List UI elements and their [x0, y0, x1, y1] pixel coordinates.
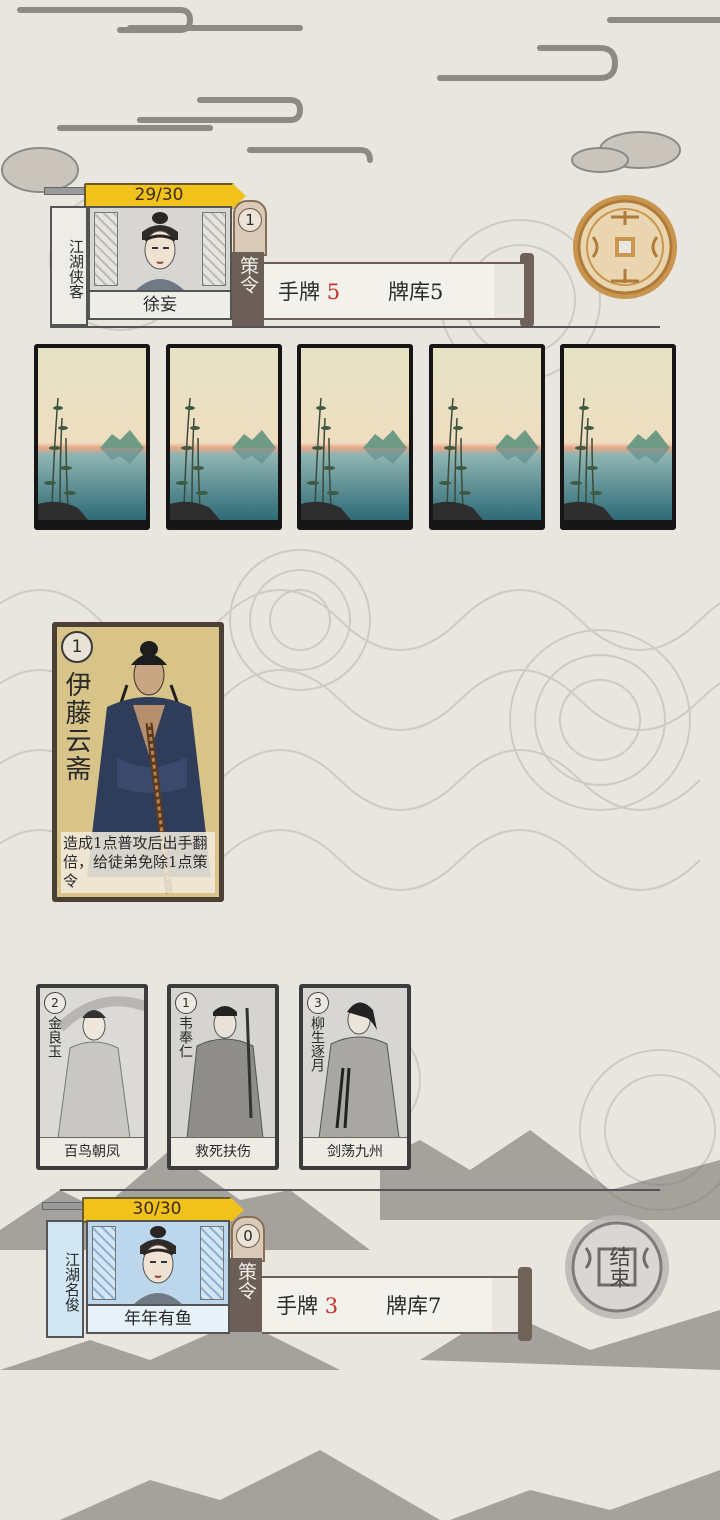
player-command-tag: 0	[231, 1216, 265, 1262]
lattice-decoration	[202, 212, 226, 286]
facedown-card	[428, 344, 545, 530]
divider-line	[50, 326, 660, 328]
lattice-decoration	[200, 1226, 224, 1300]
hand-card[interactable]: 3 柳生逐月 剑荡九州	[299, 984, 411, 1170]
hand-card-name: 柳生逐月	[309, 1016, 325, 1072]
opponent-portrait[interactable]: 徐妄	[88, 206, 232, 320]
facedown-card	[560, 344, 676, 530]
hand-card-name: 金良玉	[46, 1016, 62, 1058]
played-card-name: 伊藤云斋	[61, 671, 91, 783]
hand-card-skill: 百鸟朝凤	[40, 1137, 144, 1166]
opponent-avatar	[136, 212, 184, 290]
card-back-landscape	[38, 348, 146, 520]
player-title-tag: 江湖名俊	[46, 1220, 84, 1338]
player-avatar	[134, 1226, 182, 1304]
hand-card-skill: 救死扶伤	[171, 1137, 275, 1166]
player-scroll: 手牌 3 牌库7	[262, 1276, 492, 1334]
coin-menu-icon[interactable]	[571, 193, 679, 301]
flag-pole	[42, 1202, 84, 1210]
hand-card[interactable]: 1 韦奉仁 救死扶伤	[167, 984, 279, 1170]
end-turn-button[interactable]: 结束	[562, 1212, 672, 1322]
flag-pole	[44, 187, 86, 195]
hand-card-name: 韦奉仁	[177, 1016, 193, 1058]
facedown-card	[297, 344, 413, 530]
player-command-label: 策令	[230, 1258, 262, 1332]
player-command-points: 0	[236, 1224, 260, 1248]
player-portrait[interactable]: 年年有鱼	[86, 1220, 230, 1334]
card-back-landscape	[564, 348, 672, 520]
opponent-hand-info: 手牌 5	[278, 276, 340, 306]
deck-count: 7	[428, 1294, 442, 1318]
scroll-body	[494, 262, 524, 320]
hand-card-skill: 剑荡九州	[303, 1137, 407, 1166]
hand-label: 手牌	[276, 1294, 318, 1318]
player-deck-info: 牌库7	[386, 1290, 441, 1320]
deck-label: 牌库	[388, 280, 430, 304]
opponent-deck-info: 牌库5	[388, 276, 443, 306]
divider-line	[60, 1189, 660, 1191]
deck-label: 牌库	[386, 1294, 428, 1318]
opponent-name: 徐妄	[90, 290, 230, 318]
opponent-command-points: 1	[238, 208, 262, 232]
player-hp-text: 30/30	[132, 1199, 182, 1219]
player-command-label-text: 策令	[235, 1262, 257, 1300]
card-back-landscape	[301, 348, 409, 520]
end-turn-label: 结束	[607, 1246, 631, 1288]
player-name: 年年有鱼	[88, 1304, 228, 1332]
hand-label: 手牌	[278, 280, 320, 304]
hand-card-cost: 2	[44, 992, 66, 1014]
opponent-hp-text: 29/30	[134, 185, 184, 205]
hand-card[interactable]: 2 金良玉 百鸟朝凤	[36, 984, 148, 1170]
facedown-card	[34, 344, 150, 530]
facedown-card	[165, 344, 282, 530]
lattice-decoration	[94, 212, 118, 286]
deck-count: 5	[430, 280, 444, 304]
hand-count: 3	[324, 1294, 339, 1318]
hand-card-cost: 3	[307, 992, 329, 1014]
played-card-cost: 1	[61, 631, 93, 663]
hand-count: 5	[326, 280, 341, 304]
card-back-landscape	[169, 348, 278, 520]
lattice-decoration	[92, 1226, 116, 1300]
opponent-title-tag: 江湖侠客	[50, 206, 88, 326]
opponent-command-tag: 1	[233, 200, 267, 256]
played-card[interactable]: 1 伊藤云斋 造成1点普攻后出手翻倍，给徒弟免除1点策令	[52, 622, 224, 902]
opponent-scroll: 手牌 5 牌库5	[264, 262, 494, 320]
played-card-description: 造成1点普攻后出手翻倍，给徒弟免除1点策令	[61, 832, 215, 893]
opponent-command-label: 策令	[232, 252, 264, 326]
opponent-command-label-text: 策令	[237, 256, 259, 294]
scroll-end	[518, 1267, 532, 1341]
player-hand-info: 手牌 3	[276, 1290, 338, 1320]
card-back-landscape	[432, 348, 541, 520]
hand-card-cost: 1	[175, 992, 197, 1014]
